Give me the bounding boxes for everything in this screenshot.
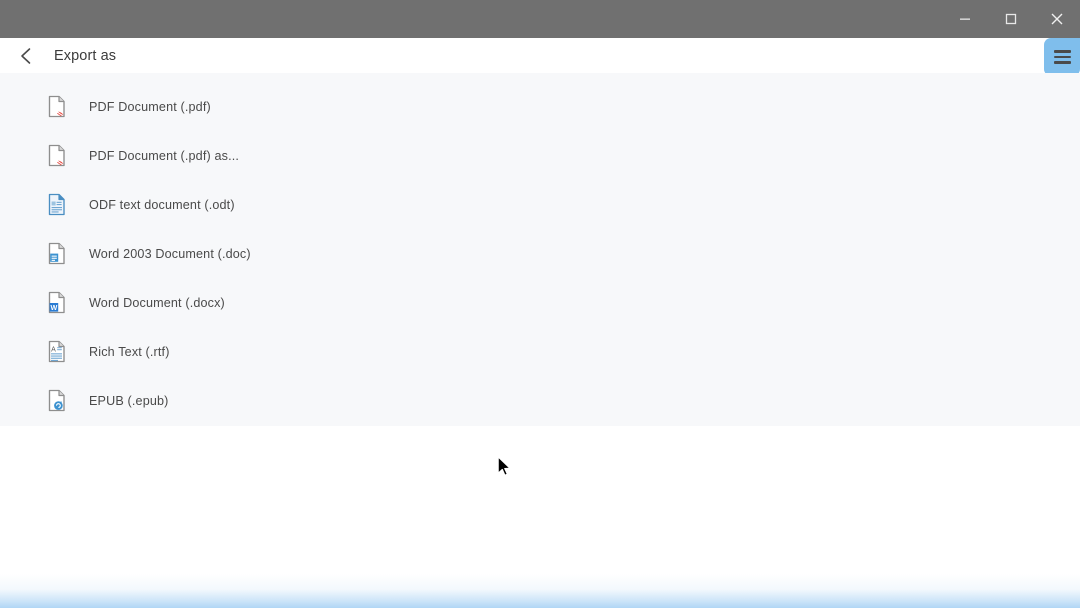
export-option-label: PDF Document (.pdf) <box>89 99 211 114</box>
export-option-pdf-as[interactable]: PDF Document (.pdf) as... <box>0 131 1080 180</box>
export-option-docx[interactable]: W Word Document (.docx) <box>0 278 1080 327</box>
window-titlebar <box>0 0 1080 38</box>
odt-file-icon <box>46 192 70 218</box>
chevron-left-icon <box>21 47 31 64</box>
export-option-label: PDF Document (.pdf) as... <box>89 148 240 163</box>
bottom-gradient-strip <box>0 574 1080 608</box>
export-option-doc[interactable]: Word 2003 Document (.doc) <box>0 229 1080 278</box>
svg-text:A: A <box>51 346 56 353</box>
rtf-file-icon: A <box>46 339 70 365</box>
hamburger-menu-button[interactable] <box>1044 38 1080 76</box>
epub-file-icon <box>46 388 70 414</box>
hamburger-menu-icon <box>1053 50 1071 64</box>
minimize-icon <box>960 18 970 20</box>
export-option-label: Rich Text (.rtf) <box>89 344 170 359</box>
close-icon <box>1051 13 1063 25</box>
export-option-label: EPUB (.epub) <box>89 393 169 408</box>
export-option-rtf[interactable]: A Rich Text (.rtf) <box>0 327 1080 376</box>
back-button[interactable] <box>6 38 46 73</box>
pdf-file-icon <box>46 94 70 120</box>
export-option-label: Word Document (.docx) <box>89 295 225 310</box>
maximize-icon <box>1005 13 1017 25</box>
export-options-list: PDF Document (.pdf) PDF Document (.pdf) … <box>0 73 1080 426</box>
close-button[interactable] <box>1034 0 1080 38</box>
export-option-label: ODF text document (.odt) <box>89 197 235 212</box>
pdf-file-icon <box>46 143 70 169</box>
export-option-pdf[interactable]: PDF Document (.pdf) <box>0 82 1080 131</box>
header-bar: Export as <box>0 38 1080 73</box>
export-option-label: Word 2003 Document (.doc) <box>89 246 251 261</box>
export-option-epub[interactable]: EPUB (.epub) <box>0 376 1080 425</box>
app-window: Export as PDF Document (.pdf) PDF Docume… <box>0 0 1080 608</box>
document-body-area <box>0 426 1080 608</box>
export-option-odt[interactable]: ODF text document (.odt) <box>0 180 1080 229</box>
doc-file-icon <box>46 241 70 267</box>
svg-text:W: W <box>51 302 58 311</box>
docx-file-icon: W <box>46 290 70 316</box>
page-title: Export as <box>54 47 117 64</box>
minimize-button[interactable] <box>942 0 988 38</box>
maximize-button[interactable] <box>988 0 1034 38</box>
